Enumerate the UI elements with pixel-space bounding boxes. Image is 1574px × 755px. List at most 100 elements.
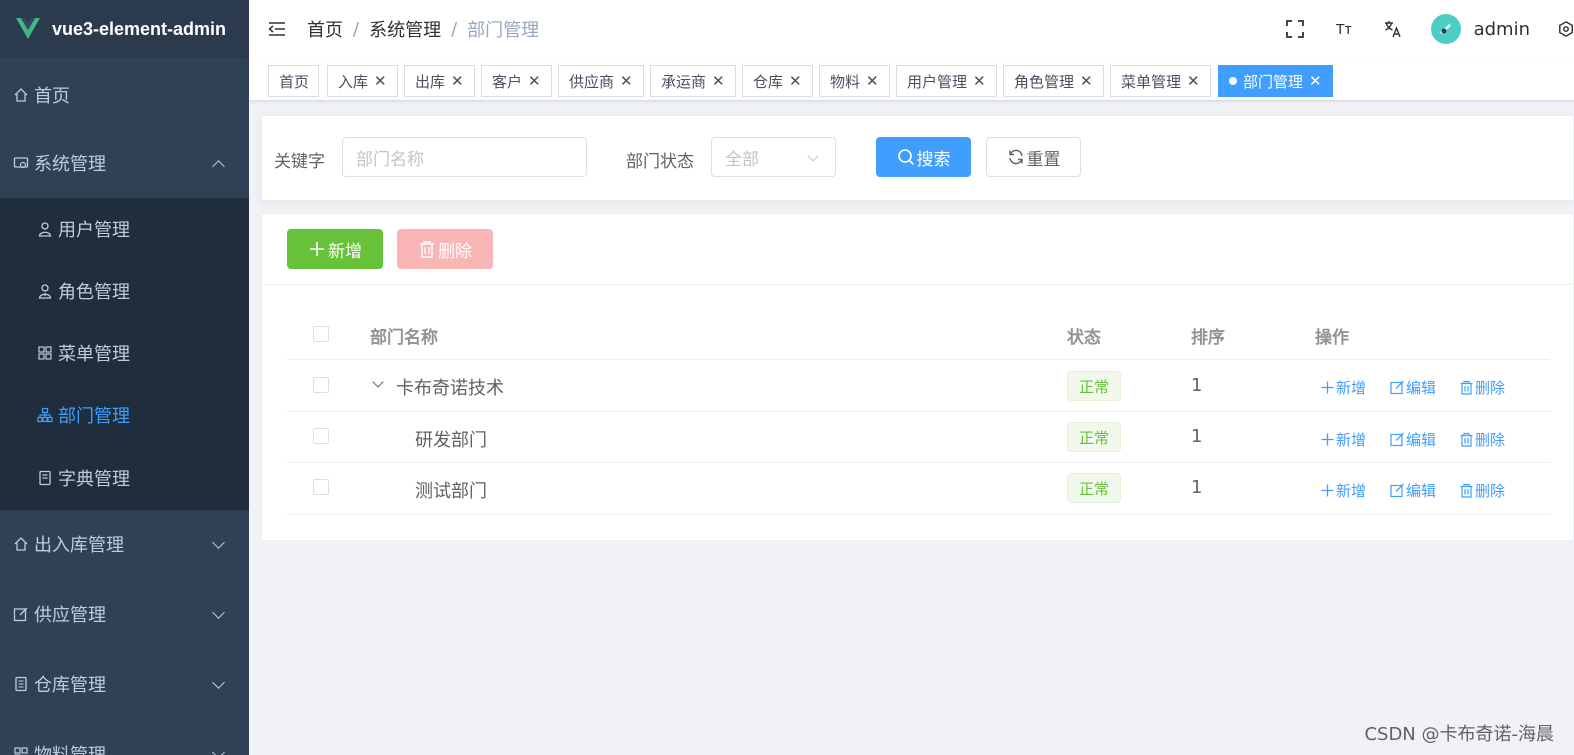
user-icon xyxy=(36,220,54,238)
keyword-label: 关键字 xyxy=(274,152,325,172)
sidebar-item-menus[interactable]: 菜单管理 xyxy=(0,332,249,374)
row-checkbox[interactable] xyxy=(313,479,329,495)
row-checkbox[interactable] xyxy=(313,428,329,444)
add-button-label: 新增 xyxy=(328,241,362,262)
row-add-label: 新增 xyxy=(1336,431,1367,449)
username[interactable]: admin xyxy=(1474,19,1530,40)
status-select[interactable]: 全部 xyxy=(711,137,836,177)
row-add-label: 新增 xyxy=(1336,379,1367,397)
dept-name: 测试部门 xyxy=(415,481,487,502)
language-icon[interactable] xyxy=(1382,18,1404,40)
close-icon[interactable]: ✕ xyxy=(1187,72,1200,90)
row-edit-button[interactable]: 编辑 xyxy=(1390,429,1436,450)
sidebar-item-system[interactable]: 系统管理 xyxy=(0,142,249,184)
close-icon[interactable]: ✕ xyxy=(374,72,387,90)
chevron-down-icon xyxy=(212,746,225,755)
avatar[interactable] xyxy=(1430,14,1461,44)
row-edit-label: 编辑 xyxy=(1406,379,1437,397)
row-delete-button[interactable]: 删除 xyxy=(1459,480,1505,501)
tree-icon xyxy=(36,406,54,424)
tag-material[interactable]: 物料 ✕ xyxy=(819,65,890,97)
divider xyxy=(287,411,1550,412)
close-icon[interactable]: ✕ xyxy=(451,72,464,90)
row-delete-button[interactable]: 删除 xyxy=(1459,377,1505,398)
row-delete-button[interactable]: 删除 xyxy=(1459,429,1505,450)
close-icon[interactable]: ✕ xyxy=(528,72,541,90)
refresh-icon xyxy=(1007,148,1025,166)
edit-icon xyxy=(12,605,30,623)
watermark: CSDN @卡布奇诺-海晨 xyxy=(1364,724,1554,745)
tag-warehouse[interactable]: 仓库 ✕ xyxy=(742,65,813,97)
chevron-down-icon xyxy=(807,150,819,162)
close-icon[interactable]: ✕ xyxy=(1080,72,1093,90)
tag-user-management[interactable]: 用户管理 ✕ xyxy=(896,65,997,97)
status-badge: 正常 xyxy=(1067,371,1121,401)
tag-department-management[interactable]: 部门管理 ✕ xyxy=(1218,65,1333,97)
row-edit-button[interactable]: 编辑 xyxy=(1390,377,1436,398)
close-icon[interactable]: ✕ xyxy=(620,72,633,90)
breadcrumb-item-home[interactable]: 首页 xyxy=(307,16,343,42)
divider xyxy=(262,284,1573,285)
sidebar-item-warehouse[interactable]: 仓库管理 xyxy=(0,663,249,705)
reset-button[interactable]: 重置 xyxy=(986,137,1081,177)
tag-supplier[interactable]: 供应商 ✕ xyxy=(558,65,644,97)
row-delete-label: 删除 xyxy=(1475,379,1506,397)
sidebar-item-users[interactable]: 用户管理 xyxy=(0,208,249,250)
fullscreen-icon[interactable] xyxy=(1284,18,1306,40)
tag-home[interactable]: 首页 xyxy=(268,65,319,97)
row-add-button[interactable]: 新增 xyxy=(1320,480,1366,501)
divider xyxy=(287,359,1550,360)
search-form-card: 关键字 部门名称 部门状态 全部 搜索 重置 xyxy=(261,115,1574,201)
collapse-menu-icon[interactable] xyxy=(267,19,287,39)
dept-name: 研发部门 xyxy=(415,430,487,451)
keyword-input[interactable]: 部门名称 xyxy=(342,137,587,177)
sidebar-item-roles[interactable]: 角色管理 xyxy=(0,270,249,312)
sidebar-item-material[interactable]: 物料管理 xyxy=(0,733,249,755)
select-all-checkbox[interactable] xyxy=(313,326,329,342)
system-icon xyxy=(12,154,30,172)
tag-label: 角色管理 xyxy=(1014,72,1075,91)
breadcrumb-item-current: 部门管理 xyxy=(467,20,540,41)
column-header-status: 状态 xyxy=(1067,328,1101,348)
close-icon[interactable]: ✕ xyxy=(973,72,986,90)
tag-label: 物料 xyxy=(830,72,861,91)
breadcrumb: 首页 / 系统管理 / 部门管理 xyxy=(307,16,539,42)
tag-outbound[interactable]: 出库 ✕ xyxy=(404,65,475,97)
logo[interactable]: vue3-element-admin xyxy=(0,0,249,58)
plus-icon xyxy=(1321,381,1334,394)
close-icon[interactable]: ✕ xyxy=(712,72,725,90)
tag-customer[interactable]: 客户 ✕ xyxy=(481,65,552,97)
sidebar-item-home[interactable]: 首页 xyxy=(0,74,249,116)
home-icon xyxy=(12,86,30,104)
sidebar-item-inout[interactable]: 出入库管理 xyxy=(0,523,249,565)
sidebar-item-dictionary[interactable]: 字典管理 xyxy=(0,457,249,499)
row-add-label: 新增 xyxy=(1336,482,1367,500)
chevron-down-icon xyxy=(212,536,225,549)
add-button[interactable]: 新增 xyxy=(287,229,383,269)
close-icon[interactable]: ✕ xyxy=(1309,72,1322,90)
sidebar-item-label: 出入库管理 xyxy=(34,535,124,556)
search-button[interactable]: 搜索 xyxy=(876,137,971,177)
tag-inbound[interactable]: 入库 ✕ xyxy=(327,65,398,97)
delete-button[interactable]: 删除 xyxy=(397,229,493,269)
close-icon[interactable]: ✕ xyxy=(789,72,802,90)
breadcrumb-item-system[interactable]: 系统管理 xyxy=(369,16,441,42)
tag-label: 部门管理 xyxy=(1243,72,1304,91)
tag-menu-management[interactable]: 菜单管理 ✕ xyxy=(1110,65,1211,97)
tag-role-management[interactable]: 角色管理 ✕ xyxy=(1003,65,1104,97)
edit-icon xyxy=(1390,432,1404,447)
close-icon[interactable]: ✕ xyxy=(866,72,879,90)
sidebar-item-label: 供应管理 xyxy=(34,605,106,626)
row-add-button[interactable]: 新增 xyxy=(1320,429,1366,450)
row-delete-label: 删除 xyxy=(1475,482,1506,500)
row-checkbox[interactable] xyxy=(313,377,329,393)
tag-carrier[interactable]: 承运商 ✕ xyxy=(650,65,736,97)
row-edit-button[interactable]: 编辑 xyxy=(1390,480,1436,501)
active-dot-icon xyxy=(1229,77,1237,85)
sidebar-item-departments[interactable]: 部门管理 xyxy=(0,394,249,436)
settings-icon[interactable] xyxy=(1558,18,1574,40)
font-size-icon[interactable]: Tт xyxy=(1333,18,1355,40)
sidebar-item-supply[interactable]: 供应管理 xyxy=(0,593,249,635)
row-add-button[interactable]: 新增 xyxy=(1320,377,1366,398)
sidebar-item-label: 系统管理 xyxy=(34,154,106,175)
